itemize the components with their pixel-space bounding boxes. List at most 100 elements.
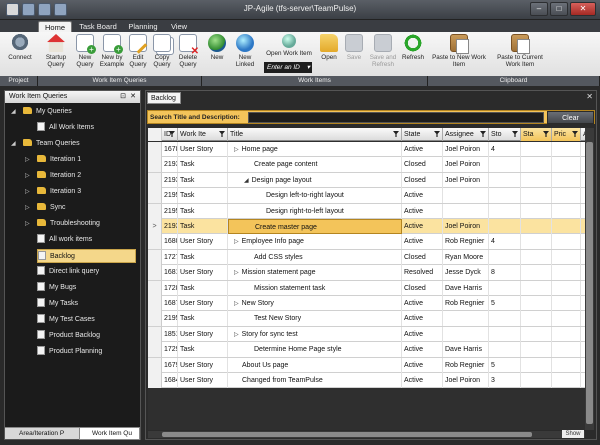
column-header[interactable]: Title bbox=[228, 128, 402, 141]
tab-view[interactable]: View bbox=[166, 21, 192, 32]
cell-title[interactable]: Mission statement task bbox=[228, 280, 402, 296]
search-input[interactable] bbox=[248, 112, 544, 123]
expand-toggle-icon[interactable]: ▷ bbox=[234, 239, 239, 245]
cell-id[interactable]: 21933 bbox=[162, 219, 178, 234]
cell-type[interactable]: Task bbox=[178, 203, 228, 219]
cell-title[interactable]: Add CSS styles bbox=[228, 249, 402, 265]
expand-arrow-icon[interactable]: ▷ bbox=[25, 217, 30, 231]
cell-title[interactable]: Test New Story bbox=[228, 311, 402, 327]
save-and-refresh-button[interactable]: Save and Refresh bbox=[367, 34, 399, 68]
column-header[interactable]: State bbox=[402, 128, 443, 141]
row-indicator[interactable] bbox=[148, 311, 162, 327]
row-indicator[interactable] bbox=[148, 142, 162, 157]
expand-arrow-icon[interactable]: ▷ bbox=[25, 153, 30, 167]
cell-empty[interactable] bbox=[552, 373, 581, 388]
cell-empty[interactable] bbox=[552, 265, 581, 281]
cell-title[interactable]: Design right-to-left layout bbox=[228, 203, 402, 219]
column-header[interactable]: ID bbox=[162, 128, 178, 141]
cell-sto[interactable]: 8 bbox=[489, 265, 521, 281]
cell-assignee[interactable]: Ryan Moore bbox=[443, 249, 489, 265]
filter-icon[interactable] bbox=[434, 131, 440, 137]
open-work-item-button[interactable]: Open Work Item bbox=[262, 34, 316, 57]
cell-type[interactable]: Task bbox=[178, 249, 228, 265]
table-row[interactable]: >21933TaskCreate master pageActiveJoel P… bbox=[148, 219, 585, 235]
table-row[interactable]: 21932Task◢Design page layoutClosedJoel P… bbox=[148, 172, 585, 189]
cell-state[interactable]: Closed bbox=[402, 157, 443, 173]
cell-empty[interactable] bbox=[521, 326, 552, 342]
column-header[interactable]: Pric bbox=[552, 128, 581, 141]
cell-type[interactable]: Task bbox=[178, 280, 228, 296]
filter-icon[interactable] bbox=[219, 131, 225, 137]
cell-assignee[interactable]: Dave Harris bbox=[443, 280, 489, 296]
cell-title[interactable]: ▷ Home page bbox=[228, 142, 402, 157]
row-indicator[interactable] bbox=[148, 188, 162, 204]
table-row[interactable]: 21931TaskCreate page contentClosedJoel P… bbox=[148, 157, 585, 173]
pin-icon[interactable]: ⊡ bbox=[120, 91, 126, 103]
table-row[interactable]: 1678User Story▷Home pageActiveJoel Poiro… bbox=[148, 142, 585, 158]
cell-state[interactable]: Active bbox=[402, 219, 443, 234]
cell-empty[interactable] bbox=[552, 219, 581, 234]
cell-sto[interactable] bbox=[489, 219, 521, 234]
row-indicator[interactable] bbox=[148, 265, 162, 281]
cell-state[interactable]: Resolved bbox=[402, 265, 443, 281]
cell-sto[interactable]: 4 bbox=[489, 142, 521, 157]
tree-item[interactable]: My Bugs bbox=[37, 281, 136, 295]
row-indicator[interactable]: > bbox=[148, 219, 162, 234]
cell-state[interactable]: Closed bbox=[402, 280, 443, 296]
cell-title[interactable]: Changed from TeamPulse bbox=[228, 373, 402, 388]
expand-arrow-icon[interactable]: ▷ bbox=[25, 185, 30, 199]
cell-state[interactable]: Active bbox=[402, 188, 443, 204]
cell-empty[interactable] bbox=[521, 234, 552, 250]
expand-toggle-icon[interactable]: ◢ bbox=[244, 178, 249, 184]
cell-sto[interactable] bbox=[489, 249, 521, 265]
h-scroll-thumb[interactable] bbox=[162, 432, 532, 437]
tree-item[interactable]: Iteration 2 bbox=[37, 169, 136, 183]
expand-toggle-icon[interactable]: ▷ bbox=[234, 147, 239, 153]
tab-task-board[interactable]: Task Board bbox=[76, 21, 120, 32]
cell-sto[interactable]: 3 bbox=[489, 373, 521, 388]
enter-id-combo[interactable]: Enter an ID bbox=[264, 62, 312, 73]
cell-title[interactable]: ▷ Mission statement page bbox=[228, 265, 402, 281]
tab-planning[interactable]: Planning bbox=[124, 21, 162, 32]
cell-title[interactable]: Design left-to-right layout bbox=[228, 188, 402, 204]
cell-title[interactable]: About Us page bbox=[228, 357, 402, 373]
table-row[interactable]: 1729TaskDetermine Home Page styleActiveD… bbox=[148, 342, 585, 358]
cell-assignee[interactable] bbox=[443, 203, 489, 219]
filter-icon[interactable] bbox=[572, 131, 578, 137]
cell-id[interactable]: 1687 bbox=[162, 296, 178, 311]
cell-sto[interactable] bbox=[489, 342, 521, 358]
tree-item[interactable]: Product Backlog bbox=[37, 329, 136, 343]
cell-title[interactable]: ▷ New Story bbox=[228, 296, 402, 311]
row-indicator[interactable] bbox=[148, 373, 162, 388]
cell-assignee[interactable]: Joel Poiron bbox=[443, 373, 489, 388]
tree-item[interactable]: Iteration 3 bbox=[37, 185, 136, 199]
cell-state[interactable]: Active bbox=[402, 234, 443, 250]
cell-sto[interactable] bbox=[489, 280, 521, 296]
cell-assignee[interactable] bbox=[443, 311, 489, 327]
cell-sto[interactable]: 5 bbox=[489, 296, 521, 311]
show-button[interactable]: Show bbox=[562, 430, 584, 438]
startup-query-button[interactable]: Startup Query bbox=[42, 34, 70, 68]
cell-empty[interactable] bbox=[552, 326, 581, 342]
cell-type[interactable]: Task bbox=[178, 172, 228, 188]
tree-item[interactable]: Backlog bbox=[37, 249, 136, 263]
expand-toggle-icon[interactable]: ▷ bbox=[234, 301, 239, 307]
cell-title[interactable]: ▷ Employee Info page bbox=[228, 234, 402, 250]
tab-area-iteration[interactable]: Area/Iteration P bbox=[7, 428, 77, 440]
cell-empty[interactable] bbox=[521, 219, 552, 234]
expand-arrow-icon[interactable]: ◢ bbox=[11, 137, 16, 151]
cell-sto[interactable] bbox=[489, 172, 521, 188]
tab-work-item-queries[interactable]: Work Item Qu bbox=[79, 428, 140, 440]
cell-title[interactable]: Create master page bbox=[228, 219, 402, 234]
cell-id[interactable]: 21932 bbox=[162, 172, 178, 188]
new-query-button[interactable]: New Query bbox=[74, 34, 96, 68]
edit-query-button[interactable]: Edit Query bbox=[128, 34, 148, 68]
cell-id[interactable]: 1727 bbox=[162, 249, 178, 265]
cell-assignee[interactable]: Dave Harris bbox=[443, 342, 489, 358]
filter-icon[interactable] bbox=[480, 131, 486, 137]
cell-empty[interactable] bbox=[552, 188, 581, 204]
table-row[interactable]: 1681User Story▷Mission statement pageRes… bbox=[148, 265, 585, 281]
cell-type[interactable]: Task bbox=[178, 219, 228, 234]
cell-state[interactable]: Active bbox=[402, 342, 443, 358]
cell-state[interactable]: Active bbox=[402, 203, 443, 219]
